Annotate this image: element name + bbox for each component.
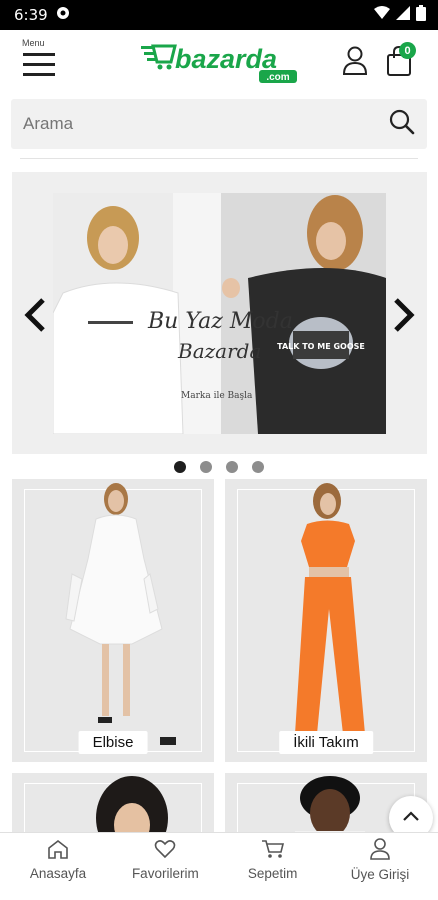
bottom-navigation: Anasayfa Favorilerim Sepetim Üye Girişi <box>0 832 438 886</box>
cart-button[interactable]: 0 <box>386 42 418 76</box>
slide-text-1: Bu Yaz Moda <box>147 309 293 334</box>
system-nav-area <box>0 886 438 900</box>
category-label: Elbise <box>78 731 148 754</box>
logo-sub: .com <box>266 72 289 83</box>
slider-dot[interactable] <box>226 461 238 473</box>
slider-dots <box>0 461 438 475</box>
slider-prev-button[interactable] <box>20 297 50 337</box>
slider-next-button[interactable] <box>389 297 419 337</box>
battery-icon <box>416 5 426 25</box>
product-image <box>293 483 367 740</box>
hero-slider[interactable]: TALK TO ME GOOSE Bu Yaz Moda Bazarda Mar… <box>12 172 427 454</box>
cart-icon <box>261 839 285 864</box>
slide-text-2: Bazarda <box>177 339 261 363</box>
search-icon[interactable] <box>389 109 415 140</box>
search-input[interactable] <box>23 114 343 134</box>
nav-favorites-label: Favorilerim <box>131 865 199 881</box>
shirt-print-text: TALK TO ME GOOSE <box>277 342 365 351</box>
product-image <box>65 483 176 745</box>
slide-caption: Marka ile Başla <box>181 391 253 401</box>
nav-home-label: Anasayfa <box>29 865 87 881</box>
nav-login[interactable]: Üye Girişi <box>334 833 426 886</box>
menu-label: Menu <box>22 38 45 48</box>
signal-icon <box>396 6 410 24</box>
notification-icon <box>56 6 70 24</box>
cart-count-badge: 0 <box>399 42 416 59</box>
menu-button[interactable]: Menu <box>22 38 56 88</box>
user-icon <box>370 837 390 865</box>
status-bar: 6:39 <box>0 0 438 30</box>
user-icon <box>342 46 368 80</box>
heart-icon <box>154 839 176 864</box>
slide-image[interactable]: TALK TO ME GOOSE Bu Yaz Moda Bazarda Mar… <box>53 193 386 434</box>
slider-dot[interactable] <box>174 461 186 473</box>
nav-favorites[interactable]: Favorilerim <box>119 833 211 886</box>
chevron-left-icon <box>23 297 47 338</box>
wifi-icon <box>374 6 390 24</box>
home-icon <box>47 839 69 864</box>
status-time: 6:39 <box>14 6 48 24</box>
chevron-right-icon <box>392 297 416 338</box>
nav-cart[interactable]: Sepetim <box>227 833 319 886</box>
hamburger-icon <box>23 52 55 83</box>
bazarda-logo[interactable]: bazarda .com <box>141 40 299 84</box>
chevron-up-icon <box>402 809 420 827</box>
nav-login-label: Üye Girişi <box>350 866 410 882</box>
category-label: İkili Takım <box>279 731 373 754</box>
header-divider <box>20 158 418 159</box>
slider-dot[interactable] <box>200 461 212 473</box>
category-card-ikili-takim[interactable]: İkili Takım <box>225 479 427 762</box>
nav-home[interactable]: Anasayfa <box>12 833 104 886</box>
nav-cart-label: Sepetim <box>247 865 298 881</box>
logo-text: bazarda <box>175 44 277 74</box>
search-bar <box>11 99 427 149</box>
app-header: Menu bazarda .com 0 <box>0 30 438 96</box>
account-button[interactable] <box>342 46 368 76</box>
category-card-elbise[interactable]: Elbise <box>12 479 214 762</box>
slider-dot[interactable] <box>252 461 264 473</box>
